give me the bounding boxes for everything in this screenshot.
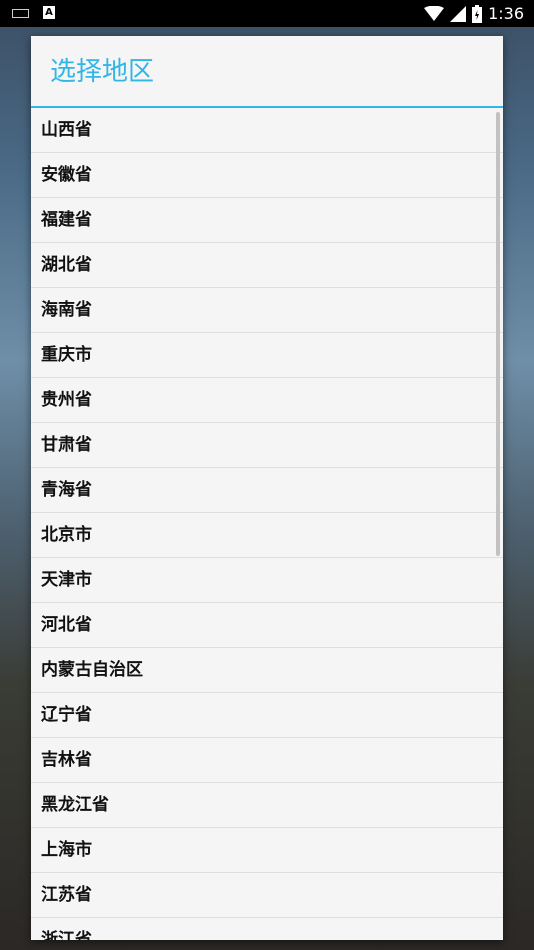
keyboard-icon bbox=[12, 9, 29, 18]
list-item[interactable]: 重庆市 bbox=[31, 333, 503, 378]
list-item[interactable]: 黑龙江省 bbox=[31, 783, 503, 828]
list-item[interactable]: 内蒙古自治区 bbox=[31, 648, 503, 693]
list-item[interactable]: 北京市 bbox=[31, 513, 503, 558]
list-item[interactable]: 辽宁省 bbox=[31, 693, 503, 738]
list-item[interactable]: 浙江省 bbox=[31, 918, 503, 940]
dialog-title: 选择地区 bbox=[31, 36, 503, 108]
list-item[interactable]: 福建省 bbox=[31, 198, 503, 243]
list-item[interactable]: 海南省 bbox=[31, 288, 503, 333]
notification-icons: A bbox=[12, 6, 55, 19]
list-item[interactable]: 安徽省 bbox=[31, 153, 503, 198]
clock: 1:36 bbox=[488, 4, 524, 23]
list-item[interactable]: 湖北省 bbox=[31, 243, 503, 288]
wifi-icon bbox=[424, 5, 445, 21]
battery-icon bbox=[472, 4, 483, 23]
list-item[interactable]: 吉林省 bbox=[31, 738, 503, 783]
a-notification-icon: A bbox=[43, 6, 55, 19]
system-icons: 1:36 bbox=[424, 4, 524, 23]
list-item[interactable]: 河北省 bbox=[31, 603, 503, 648]
signal-icon bbox=[450, 5, 467, 22]
list-item[interactable]: 青海省 bbox=[31, 468, 503, 513]
list-item[interactable]: 贵州省 bbox=[31, 378, 503, 423]
region-list[interactable]: 山西省 安徽省 福建省 湖北省 海南省 重庆市 贵州省 甘肃省 青海省 北京市 … bbox=[31, 108, 503, 940]
status-bar: A 1:36 bbox=[0, 0, 534, 27]
scrollbar[interactable] bbox=[496, 112, 500, 556]
list-item[interactable]: 江苏省 bbox=[31, 873, 503, 918]
region-picker-dialog: 选择地区 山西省 安徽省 福建省 湖北省 海南省 重庆市 贵州省 甘肃省 青海省… bbox=[31, 36, 503, 940]
list-item[interactable]: 天津市 bbox=[31, 558, 503, 603]
list-item[interactable]: 甘肃省 bbox=[31, 423, 503, 468]
list-item[interactable]: 山西省 bbox=[31, 108, 503, 153]
list-item[interactable]: 上海市 bbox=[31, 828, 503, 873]
